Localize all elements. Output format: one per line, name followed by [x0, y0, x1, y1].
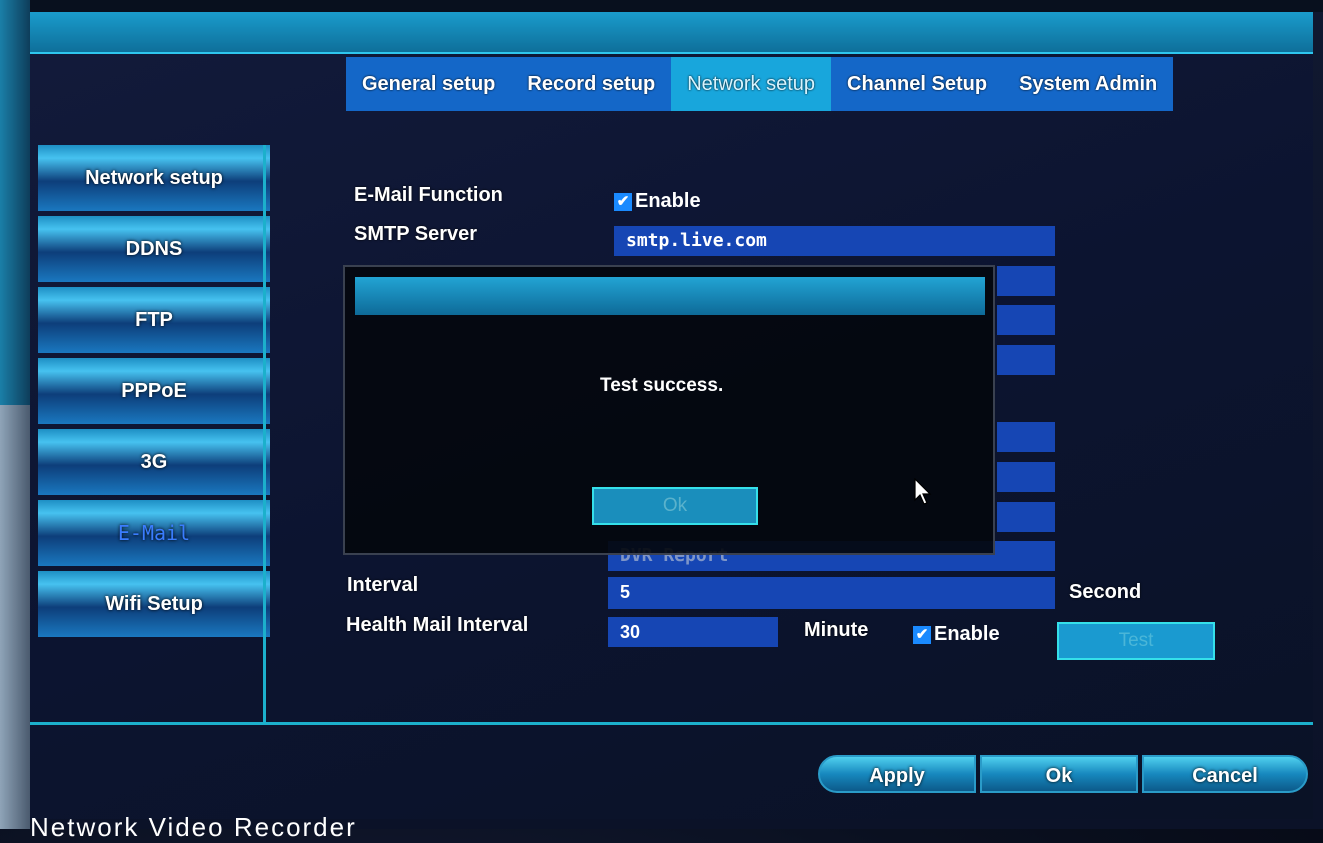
footer-text: Network Video Recorder	[30, 812, 357, 842]
hidden-field[interactable]	[997, 462, 1055, 492]
sidebar-divider	[263, 145, 266, 725]
email-enable-label: Enable	[635, 190, 701, 212]
ok-button[interactable]: Ok	[980, 755, 1138, 793]
tab-system-admin[interactable]: System Admin	[1003, 57, 1174, 111]
health-unit-label: Minute	[804, 619, 869, 641]
hidden-field[interactable]	[997, 266, 1055, 296]
test-result-dialog: Test success. Ok	[343, 265, 995, 555]
smtp-server-label: SMTP Server	[354, 223, 478, 245]
main-tabs: General setup Record setup Network setup…	[346, 57, 1174, 111]
interval-label: Interval	[347, 574, 419, 596]
email-enable-checkbox[interactable]: ✔ Enable	[614, 190, 701, 213]
dialog-title-bar	[355, 277, 985, 315]
left-edge-lower	[0, 405, 30, 829]
checkmark-icon: ✔	[614, 192, 632, 211]
sidebar-item-ftp[interactable]: FTP	[38, 287, 270, 353]
sidebar-item-email[interactable]: E-Mail	[38, 500, 270, 566]
interval-field[interactable]: 5	[608, 577, 1055, 609]
sidebar-item-wifi-setup[interactable]: Wifi Setup	[38, 571, 270, 637]
interval-unit-label: Second	[1069, 581, 1142, 603]
checkmark-icon: ✔	[913, 625, 931, 644]
email-function-label: E-Mail Function	[354, 184, 503, 206]
dialog-ok-button[interactable]: Ok	[592, 487, 758, 525]
bottom-divider	[30, 722, 1313, 725]
tab-record-setup[interactable]: Record setup	[511, 57, 672, 111]
hidden-field[interactable]	[997, 345, 1055, 375]
tab-channel-setup[interactable]: Channel Setup	[831, 57, 1004, 111]
health-enable-label: Enable	[934, 623, 1000, 645]
hidden-field[interactable]	[997, 502, 1055, 532]
health-mail-interval-field[interactable]: 30	[608, 617, 778, 647]
dialog-message: Test success.	[600, 375, 724, 396]
smtp-server-field[interactable]: smtp.live.com	[614, 226, 1055, 256]
window-title-bar	[30, 12, 1313, 54]
hidden-field[interactable]	[997, 305, 1055, 335]
health-mail-interval-label: Health Mail Interval	[346, 614, 529, 636]
test-button[interactable]: Test	[1057, 622, 1215, 660]
sidebar-item-network-setup[interactable]: Network setup	[38, 145, 270, 211]
health-enable-checkbox[interactable]: ✔ Enable	[913, 623, 1000, 646]
cancel-button[interactable]: Cancel	[1142, 755, 1308, 793]
mouse-cursor-icon	[914, 478, 932, 505]
sidebar-item-ddns[interactable]: DDNS	[38, 216, 270, 282]
tab-general-setup[interactable]: General setup	[346, 57, 512, 111]
network-sidebar: Network setup DDNS FTP PPPoE 3G E-Mail W…	[38, 145, 270, 642]
top-strip	[30, 0, 1323, 12]
apply-button[interactable]: Apply	[818, 755, 976, 793]
hidden-field[interactable]	[997, 422, 1055, 452]
tab-network-setup[interactable]: Network setup	[671, 57, 832, 111]
sidebar-item-3g[interactable]: 3G	[38, 429, 270, 495]
sidebar-item-pppoe[interactable]: PPPoE	[38, 358, 270, 424]
